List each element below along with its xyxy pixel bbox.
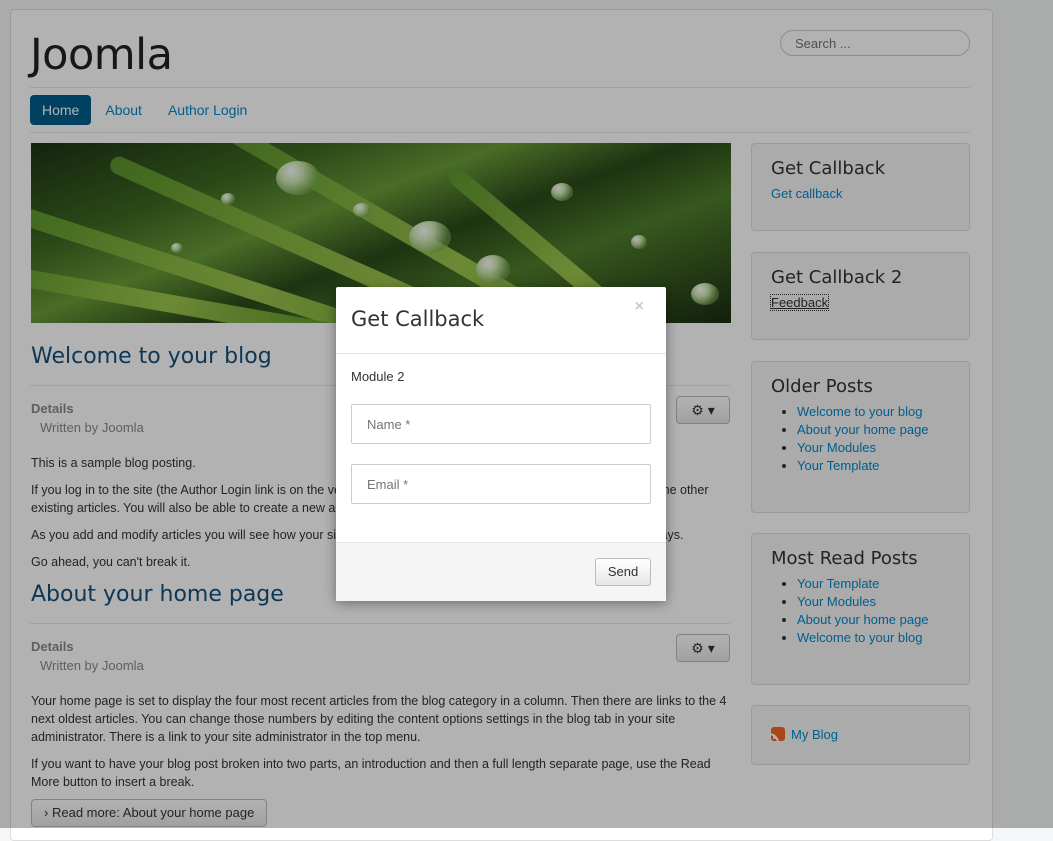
modal-body: Module 2 (336, 354, 666, 539)
email-field[interactable] (351, 464, 651, 504)
close-icon[interactable]: × (635, 298, 644, 316)
module-label: Module 2 (351, 369, 405, 384)
callback-modal: Get Callback × Module 2 Send (336, 287, 666, 601)
modal-title: Get Callback (351, 307, 485, 331)
modal-header: Get Callback × (336, 287, 666, 354)
modal-footer: Send (336, 542, 666, 601)
name-field[interactable] (351, 404, 651, 444)
send-button[interactable]: Send (595, 558, 651, 586)
